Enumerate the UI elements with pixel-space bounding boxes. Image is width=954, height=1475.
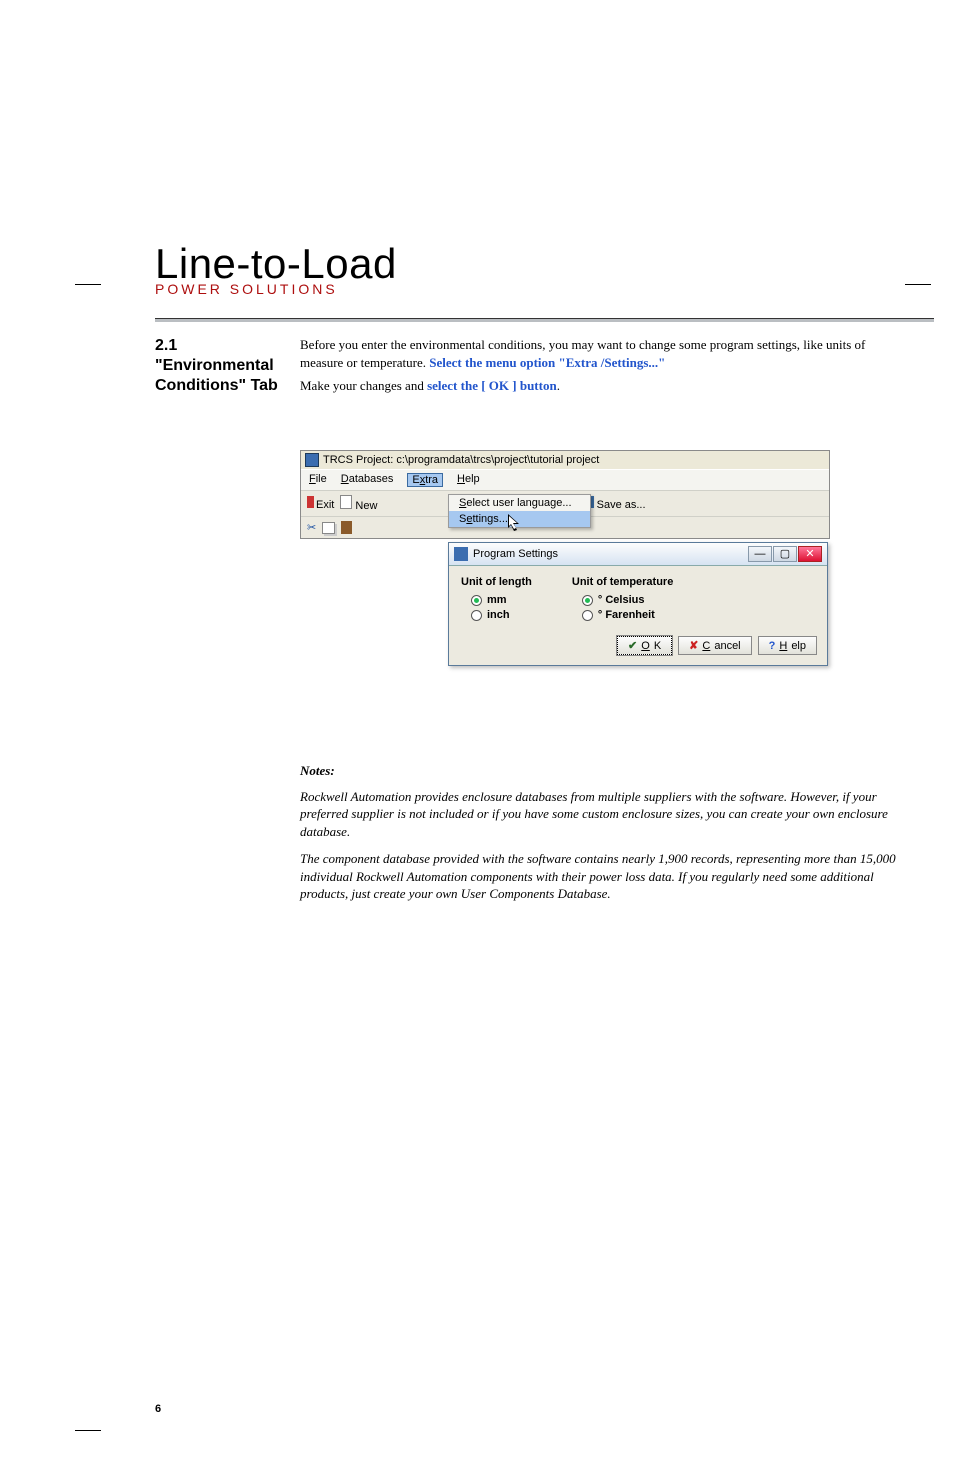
notes-p1: Rockwell Automation provides enclosure d… [300, 788, 900, 841]
menu-help[interactable]: Help [457, 473, 480, 487]
group-temp-title: Unit of temperature [572, 576, 673, 588]
radio-icon [471, 595, 482, 606]
crop-mark [75, 1430, 101, 1431]
group-temperature: Unit of temperature ° Celsius ° Farenhei… [572, 576, 673, 624]
notes-section: Notes: Rockwell Automation provides encl… [300, 762, 900, 913]
radio-mm[interactable]: mm [471, 594, 532, 606]
body-text: Before you enter the environmental condi… [300, 336, 900, 401]
minimize-button[interactable]: — [748, 546, 772, 562]
maximize-button[interactable]: ▢ [773, 546, 797, 562]
dropdown-item-language[interactable]: Select user language... [449, 495, 590, 511]
radio-icon [582, 595, 593, 606]
radio-celsius[interactable]: ° Celsius [582, 594, 673, 606]
notes-heading: Notes: [300, 762, 900, 780]
group-length: Unit of length mm inch [461, 576, 532, 624]
radio-icon [582, 610, 593, 621]
dialog-titlebar: Program Settings — ▢ ✕ [449, 543, 827, 566]
cursor-icon [508, 514, 524, 534]
body-p1-link: Select the menu option "Extra /Settings.… [429, 355, 665, 370]
crop-mark [905, 284, 931, 285]
check-icon: ✔ [628, 639, 637, 652]
dialog-icon [454, 547, 468, 561]
help-button[interactable]: ? Help [758, 636, 817, 655]
menu-extra[interactable]: Extra [407, 473, 443, 487]
logo: Line-to-Load POWER SOLUTIONS [155, 245, 397, 297]
notes-p2: The component database provided with the… [300, 850, 900, 903]
toolbar-saveas[interactable]: Save as... [582, 496, 646, 511]
app-screenshot: TRCS Project: c:\programdata\trcs\projec… [300, 450, 830, 539]
app-icon [305, 453, 319, 467]
window-titlebar: TRCS Project: c:\programdata\trcs\projec… [301, 451, 829, 469]
window-title: TRCS Project: c:\programdata\trcs\projec… [323, 454, 599, 466]
dialog-title: Program Settings [473, 548, 558, 560]
dialog-body: Unit of length mm inch Unit of temperatu… [449, 566, 827, 628]
section-number: 2.1 [155, 337, 177, 354]
body-p2-link: select the [ OK ] button [427, 378, 557, 393]
divider [155, 318, 934, 322]
crop-mark [75, 284, 101, 285]
new-icon [340, 495, 352, 509]
section-heading: 2.1 "Environmental Conditions" Tab [155, 336, 285, 396]
cancel-button[interactable]: ✘ Cancel [678, 636, 751, 655]
x-icon: ✘ [689, 639, 698, 652]
settings-dialog: Program Settings — ▢ ✕ Unit of length mm… [448, 542, 828, 666]
exit-icon [307, 496, 314, 508]
cut-icon[interactable]: ✂ [307, 521, 316, 534]
section-title: "Environmental Conditions" Tab [155, 357, 278, 394]
logo-title: Line-to-Load [155, 245, 397, 283]
toolbar-exit[interactable]: Exit [307, 496, 334, 511]
copy-icon[interactable] [322, 522, 335, 534]
radio-inch[interactable]: inch [471, 609, 532, 621]
radio-farenheit[interactable]: ° Farenheit [582, 609, 673, 621]
menu-bar: File Databases Extra Help [301, 469, 829, 490]
group-length-title: Unit of length [461, 576, 532, 588]
paste-icon[interactable] [341, 521, 352, 534]
body-p2b: . [557, 378, 560, 393]
menu-file[interactable]: File [309, 473, 327, 487]
ok-button[interactable]: ✔ OK [617, 636, 672, 655]
question-icon: ? [769, 640, 776, 652]
radio-icon [471, 610, 482, 621]
toolbar-new[interactable]: New [340, 495, 377, 512]
close-button[interactable]: ✕ [798, 546, 822, 562]
dialog-buttons: ✔ OK ✘ Cancel ? Help [449, 628, 827, 665]
menu-databases[interactable]: Databases [341, 473, 394, 487]
body-p2a: Make your changes and [300, 378, 427, 393]
page-number: 6 [155, 1403, 161, 1415]
